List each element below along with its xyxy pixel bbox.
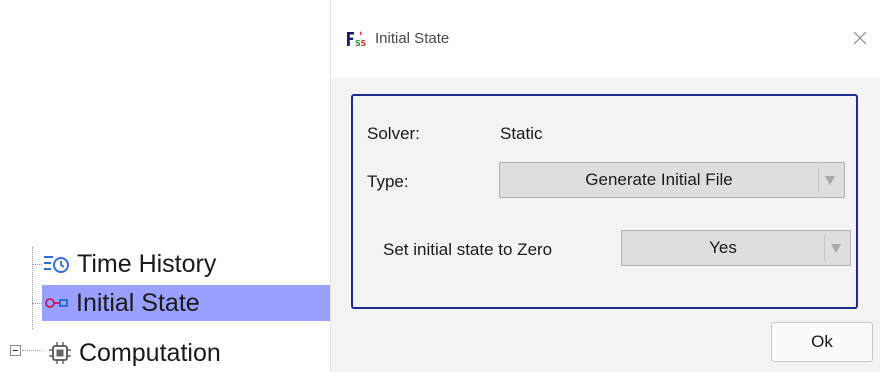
solver-label: Solver:: [367, 124, 420, 143]
type-select[interactable]: Generate Initial File: [499, 162, 845, 198]
type-label: Type:: [367, 172, 409, 191]
chip-icon: [48, 341, 72, 365]
close-icon: [853, 31, 867, 45]
zero-state-select-value: Yes: [709, 238, 737, 257]
tree-item-time-history[interactable]: Time History: [42, 246, 216, 282]
zero-state-label: Set initial state to Zero: [383, 240, 553, 259]
project-tree: Time History Initial State Computation: [0, 0, 330, 372]
tree-connector-line: [22, 350, 42, 351]
tree-connector-line: [32, 264, 42, 265]
dialog-titlebar[interactable]: S S Initial State: [331, 0, 880, 78]
tree-item-label: Initial State: [76, 288, 200, 317]
ok-button[interactable]: Ok: [771, 322, 873, 362]
tree-connector-line: [32, 303, 42, 304]
app-logo-icon: S S: [345, 29, 367, 54]
tree-item-label: Time History: [77, 249, 217, 278]
svg-text:S: S: [361, 39, 367, 48]
chevron-down-icon[interactable]: [818, 167, 841, 193]
tree-collapse-toggle[interactable]: [10, 345, 21, 356]
tree-item-initial-state[interactable]: Initial State: [42, 285, 330, 321]
tree-item-computation[interactable]: Computation: [48, 335, 221, 371]
initial-state-icon: [45, 296, 69, 310]
tree-connector-line: [32, 247, 33, 329]
dialog-title: Initial State: [375, 30, 450, 47]
initial-state-dialog: S S Initial State Solver: Static Type: G…: [330, 0, 880, 372]
close-button[interactable]: [846, 24, 874, 52]
type-select-value: Generate Initial File: [585, 170, 733, 189]
tree-item-label: Computation: [79, 338, 221, 367]
chevron-down-icon[interactable]: [824, 235, 847, 261]
zero-state-select[interactable]: Yes: [621, 230, 851, 266]
time-history-icon: [42, 252, 70, 276]
settings-panel: Solver: Static Type: Generate Initial Fi…: [351, 94, 858, 309]
solver-value: Static: [500, 124, 543, 143]
